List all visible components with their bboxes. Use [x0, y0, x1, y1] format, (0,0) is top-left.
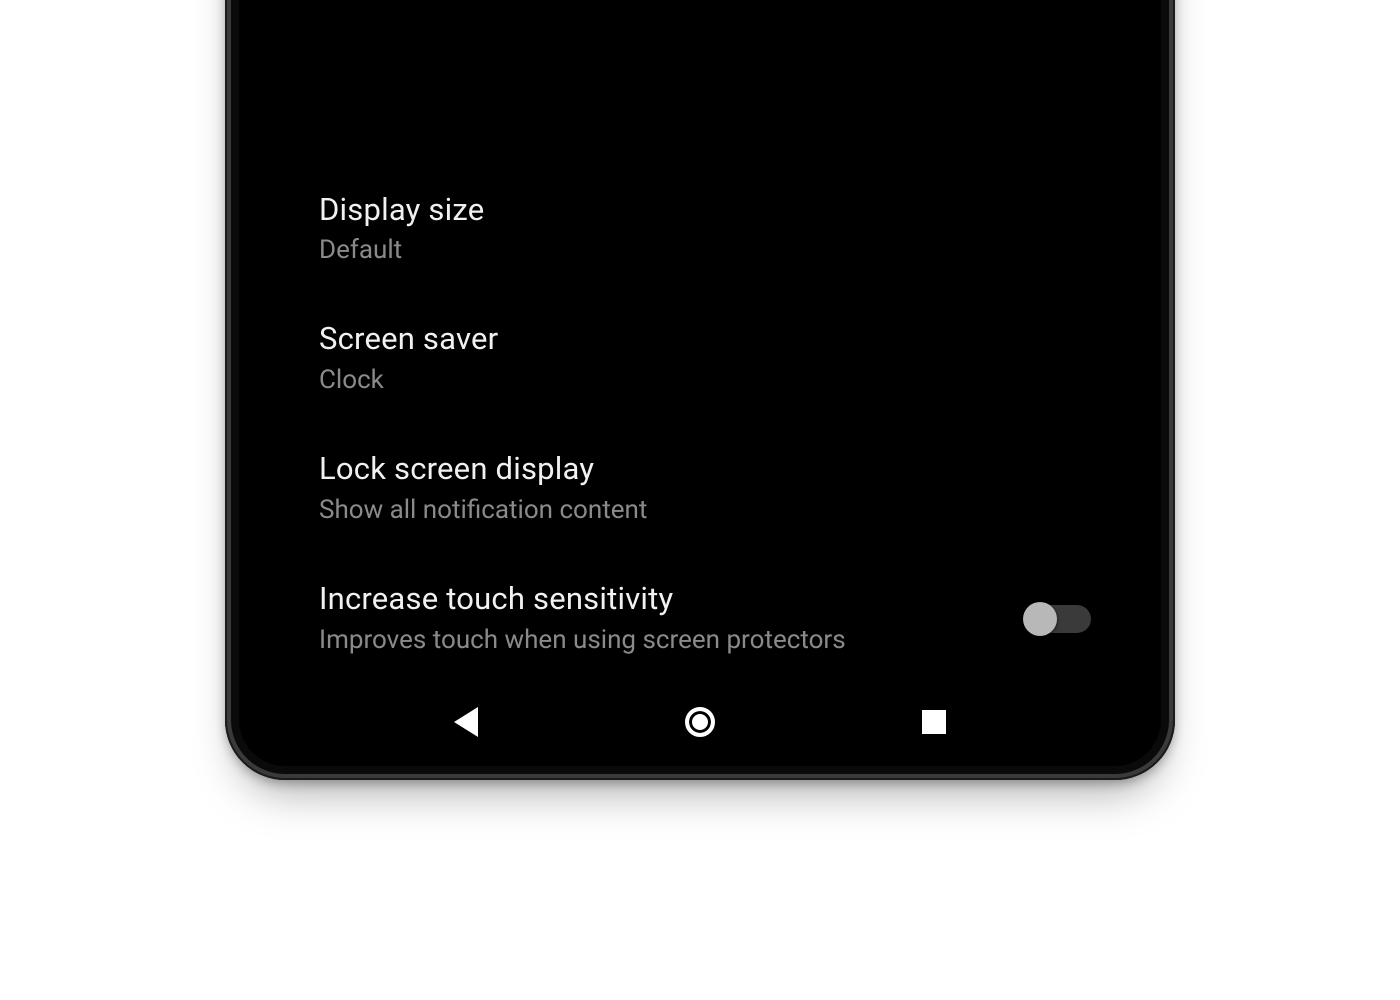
- touch-sensitivity-toggle[interactable]: [1025, 605, 1091, 633]
- phone-frame: Display size Default Screen saver Clock …: [225, 0, 1175, 780]
- home-icon: [685, 707, 715, 737]
- nav-recents-button[interactable]: [914, 702, 954, 742]
- setting-title: Lock screen display: [319, 450, 1121, 489]
- setting-display-size[interactable]: Display size Default: [319, 191, 1121, 269]
- phone-screen: Display size Default Screen saver Clock …: [239, 0, 1161, 766]
- setting-title: Display size: [319, 191, 1121, 230]
- setting-title: Screen saver: [319, 320, 1121, 359]
- toggle-thumb: [1023, 602, 1057, 636]
- nav-back-button[interactable]: [446, 702, 486, 742]
- setting-subtitle: Improves touch when using screen protect…: [319, 623, 859, 658]
- setting-title: Increase touch sensitivity: [319, 580, 1001, 619]
- setting-subtitle: Show all notification content: [319, 493, 859, 528]
- setting-lock-screen-display[interactable]: Lock screen display Show all notificatio…: [319, 450, 1121, 528]
- system-nav-bar: [239, 688, 1161, 766]
- nav-home-button[interactable]: [680, 702, 720, 742]
- setting-subtitle: Clock: [319, 363, 859, 398]
- setting-increase-touch-sensitivity[interactable]: Increase touch sensitivity Improves touc…: [319, 580, 1121, 658]
- back-icon: [454, 707, 478, 737]
- settings-list[interactable]: Display size Default Screen saver Clock …: [239, 0, 1161, 688]
- setting-subtitle: Default: [319, 233, 859, 268]
- recents-icon: [922, 710, 946, 734]
- setting-screen-saver[interactable]: Screen saver Clock: [319, 320, 1121, 398]
